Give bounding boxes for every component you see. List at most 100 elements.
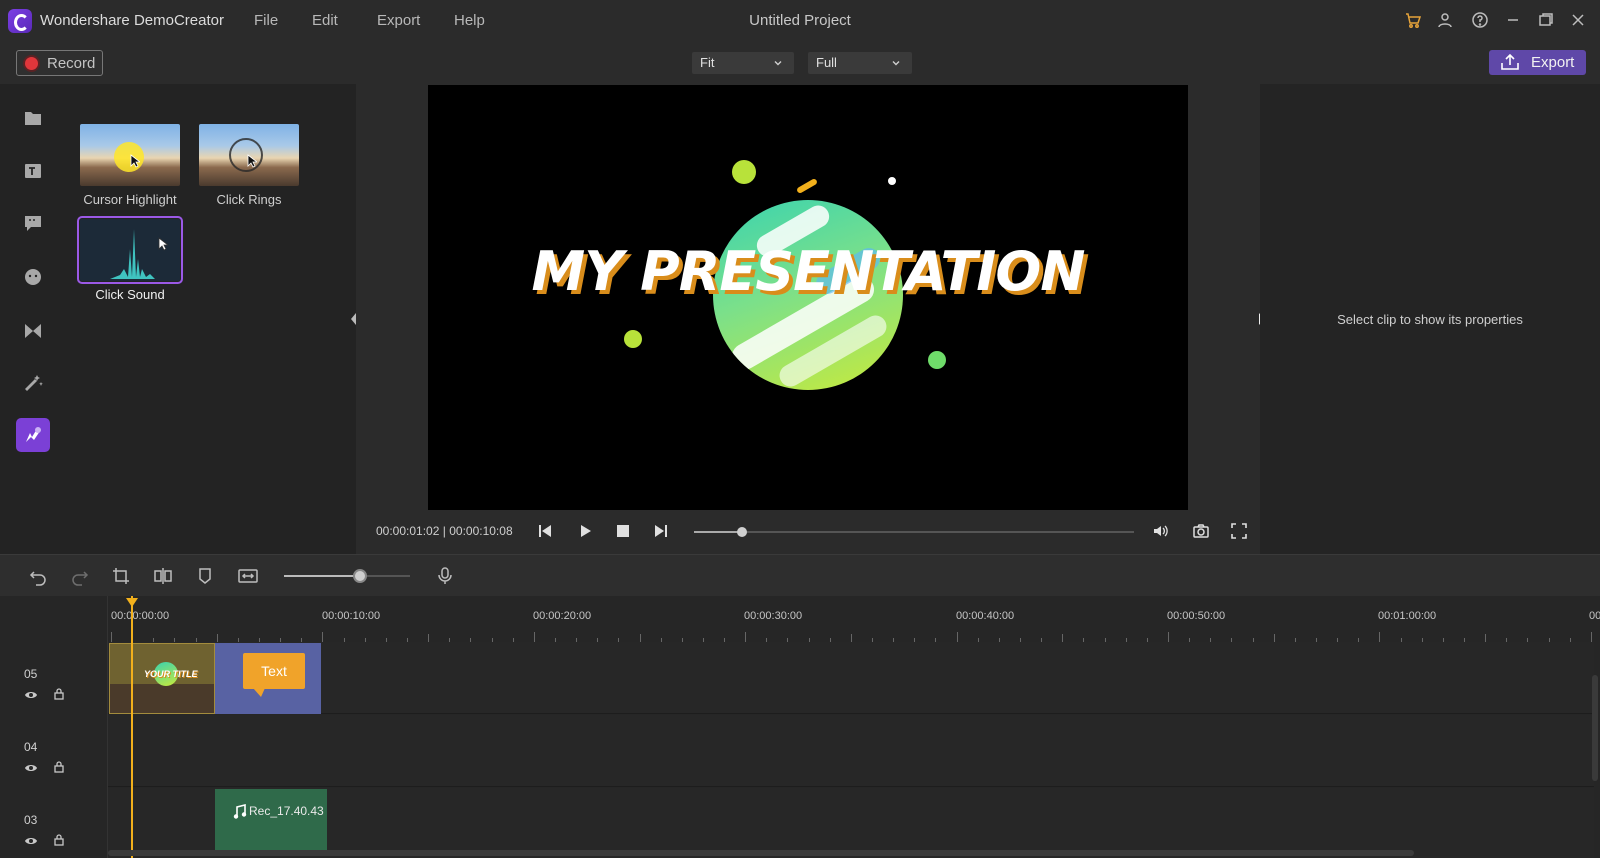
play-icon[interactable] (576, 522, 594, 540)
text-clip[interactable]: Text (215, 643, 321, 714)
sticker-icon[interactable] (22, 266, 44, 288)
eye-icon[interactable] (25, 688, 37, 700)
left-nav (0, 84, 66, 554)
track-row-03[interactable] (108, 788, 1594, 858)
text-icon[interactable] (22, 160, 44, 182)
ruler-label: 00:00:20:00 (533, 610, 592, 622)
collapse-left-icon[interactable] (351, 313, 356, 325)
upload-icon (1500, 53, 1520, 71)
caption-icon[interactable] (22, 212, 44, 234)
title-clip-label: YOUR TITLE (144, 669, 198, 679)
fit-dropdown[interactable]: Fit (692, 52, 794, 74)
effect-click-rings[interactable]: Click Rings (197, 124, 301, 207)
timeline-toolbar (0, 554, 1600, 596)
fullscreen-icon[interactable] (1230, 522, 1248, 540)
close-icon[interactable] (1569, 11, 1587, 29)
effect-name: Click Sound (95, 287, 165, 302)
effect-thumbnail (80, 124, 180, 186)
export-label: Export (1531, 54, 1575, 71)
menu-file[interactable]: File (254, 12, 278, 29)
fit-value: Fit (700, 55, 715, 70)
quality-dropdown[interactable]: Full (808, 52, 912, 74)
track-row-05[interactable] (108, 642, 1594, 714)
seek-slider[interactable] (694, 527, 1134, 537)
volume-icon[interactable] (1152, 522, 1170, 540)
lock-icon[interactable] (53, 833, 65, 846)
help-icon[interactable] (1471, 11, 1489, 29)
track-number: 03 (24, 813, 38, 827)
effect-cursor-highlight[interactable]: Cursor Highlight (78, 124, 182, 207)
ruler-tick (1590, 632, 1592, 642)
ruler-tick (639, 634, 641, 642)
zoom-progress (284, 575, 360, 577)
ruler-label: 00:00:40:00 (956, 610, 1015, 622)
title-clip[interactable]: YOUR TITLE (109, 643, 215, 714)
properties-hint: Select clip to show its properties (1337, 312, 1523, 327)
track-number: 05 (24, 667, 38, 681)
effect-name: Cursor Highlight (83, 192, 177, 207)
menu-export[interactable]: Export (377, 12, 420, 29)
ruler-tick (745, 632, 747, 642)
effect-click-sound[interactable]: Click Sound (77, 216, 183, 302)
effect-thumbnail (77, 216, 183, 284)
seek-handle[interactable] (737, 527, 748, 537)
zoom-handle[interactable] (352, 569, 367, 583)
effects-icon[interactable] (22, 372, 44, 394)
cursor-effects-icon[interactable] (16, 418, 50, 452)
ruler-tick (1379, 632, 1381, 642)
previous-frame-icon[interactable] (536, 522, 554, 540)
timeline-vertical-scrollbar[interactable] (1592, 675, 1598, 781)
redo-icon[interactable] (70, 566, 90, 586)
lock-icon[interactable] (53, 687, 65, 700)
chevron-down-icon (772, 56, 784, 68)
lock-icon[interactable] (53, 760, 65, 773)
preview-canvas: MY PRESENTATION (428, 85, 1188, 510)
audio-clip-label: Rec_17.40.43 (249, 804, 324, 818)
next-frame-icon[interactable] (652, 522, 670, 540)
menu-help[interactable]: Help (454, 12, 485, 29)
ruler-label: 00:00:10:00 (322, 610, 381, 622)
minimize-icon[interactable] (1504, 11, 1522, 29)
ruler-label: 00:01:00:00 (1378, 610, 1437, 622)
stop-icon[interactable] (614, 522, 632, 540)
current-time: 00:00:01:02 (376, 524, 440, 538)
preview-title-text: MY PRESENTATION (531, 240, 1086, 303)
timeline-horizontal-scrollbar[interactable] (108, 850, 1414, 856)
microphone-icon[interactable] (435, 566, 455, 586)
fit-timeline-icon[interactable] (238, 566, 258, 586)
main-toolbar: Record Fit Full Export (0, 42, 1600, 84)
eye-icon[interactable] (25, 834, 37, 846)
split-icon[interactable] (153, 566, 173, 586)
cart-icon[interactable] (1404, 11, 1422, 29)
app-name: Wondershare DemoCreator (40, 12, 224, 29)
restore-icon[interactable] (1537, 11, 1555, 29)
text-clip-label: Text (243, 653, 305, 697)
transition-icon[interactable] (22, 320, 44, 342)
ruler-tick (322, 632, 324, 642)
ruler-tick (956, 632, 958, 642)
track-number: 04 (24, 740, 38, 754)
undo-icon[interactable] (28, 566, 48, 586)
snapshot-icon[interactable] (1192, 522, 1210, 540)
time-separator: | (442, 524, 446, 538)
ruler-tick (1168, 632, 1169, 642)
timeline-zoom-slider[interactable] (284, 569, 410, 583)
user-icon[interactable] (1436, 11, 1454, 29)
track-row-04[interactable] (108, 715, 1594, 787)
media-icon[interactable] (22, 106, 44, 128)
export-button[interactable]: Export (1489, 50, 1586, 75)
effect-thumbnail (199, 124, 299, 186)
ruler-tick (111, 632, 112, 642)
marker-icon[interactable] (195, 566, 215, 586)
ruler-label: 00:00:30:00 (744, 610, 803, 622)
timeline-ruler[interactable]: 00:00:00:00 00:00:10:00 00:00:20:00 00:0… (108, 596, 1600, 642)
crop-icon[interactable] (111, 566, 131, 586)
ruler-tick (533, 632, 535, 642)
playhead[interactable] (131, 596, 133, 858)
eye-icon[interactable] (25, 761, 37, 773)
playhead-handle[interactable] (126, 598, 138, 607)
audio-clip[interactable]: Rec_17.40.43 (215, 789, 327, 853)
effect-name: Click Rings (216, 192, 282, 207)
menu-edit[interactable]: Edit (312, 12, 338, 29)
record-button[interactable]: Record (16, 50, 103, 76)
